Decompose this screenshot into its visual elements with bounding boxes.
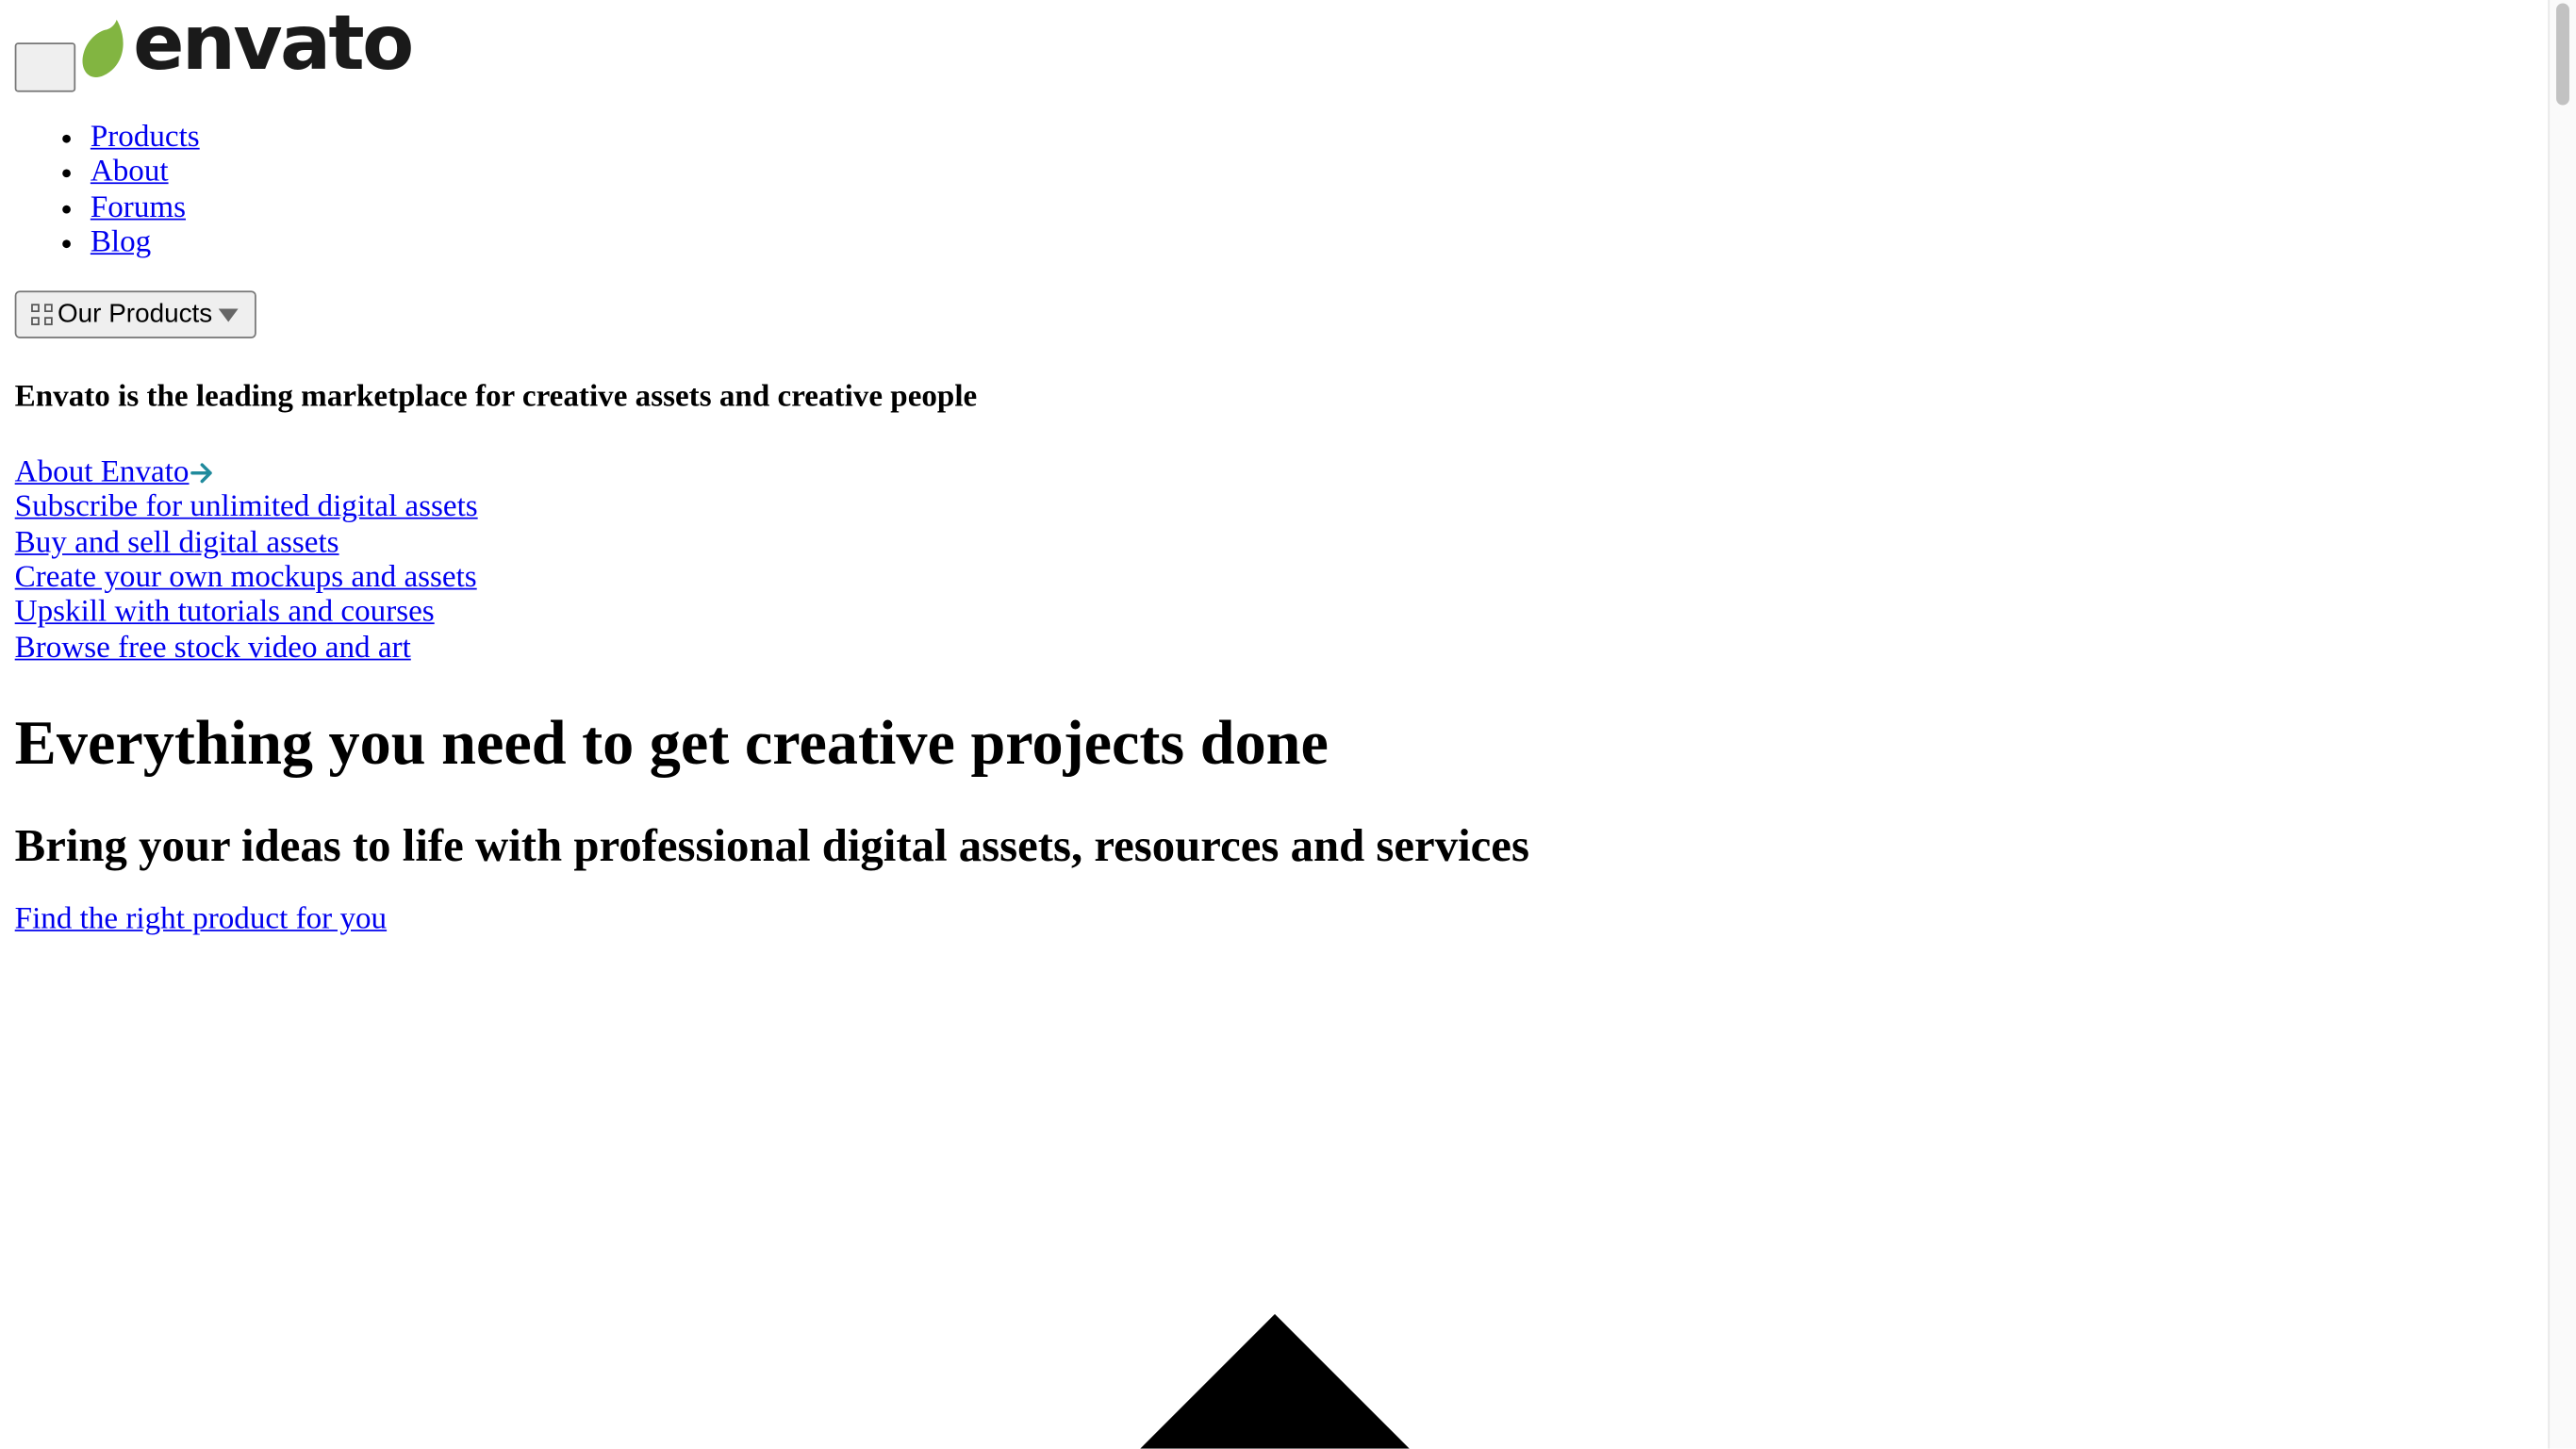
hero-title: Everything you need to get creative proj… xyxy=(14,709,1329,779)
arrow-right-icon xyxy=(190,463,212,483)
our-products-button[interactable]: Our Products xyxy=(14,290,257,339)
site-header: envato xyxy=(14,0,2529,99)
browser-viewport: envato Products About Forums Blog Our Pr… xyxy=(0,0,2576,1449)
tagline: Envato is the leading marketplace for cr… xyxy=(14,379,978,415)
main-nav: Products About Forums Blog xyxy=(15,120,2529,259)
subscribe-link[interactable]: Subscribe for unlimited digital assets xyxy=(15,490,478,525)
find-product-link[interactable]: Find the right product for you xyxy=(15,901,387,937)
scrollbar-thumb[interactable] xyxy=(2556,3,2569,106)
nav-link-forums[interactable]: Forums xyxy=(91,189,186,224)
our-products-label: Our Products xyxy=(57,300,213,328)
create-mockups-link[interactable]: Create your own mockups and assets xyxy=(15,560,477,595)
grid-icon xyxy=(31,304,53,326)
nav-item-products: Products xyxy=(91,120,2529,155)
about-envato-label: About Envato xyxy=(14,454,190,490)
upskill-link[interactable]: Upskill with tutorials and courses xyxy=(15,595,435,630)
envato-logo[interactable]: envato xyxy=(74,5,414,86)
nav-link-products[interactable]: Products xyxy=(91,120,200,155)
vertical-scrollbar[interactable] xyxy=(2548,0,2576,1449)
about-envato-link[interactable]: About Envato xyxy=(15,455,214,490)
hero-subtitle: Bring your ideas to life with profession… xyxy=(14,821,1529,873)
leaf-icon xyxy=(82,19,124,77)
product-links: About Envato Subscribe for unlimited dig… xyxy=(15,455,2529,666)
buy-sell-link[interactable]: Buy and sell digital assets xyxy=(15,525,339,560)
caret-down-icon xyxy=(219,308,239,321)
nav-link-about[interactable]: About xyxy=(91,155,169,189)
nav-link-blog[interactable]: Blog xyxy=(91,225,151,260)
browse-free-link[interactable]: Browse free stock video and art xyxy=(15,630,411,665)
nav-item-blog: Blog xyxy=(91,225,2529,260)
triangle-shape xyxy=(1140,1313,1410,1449)
nav-item-about: About xyxy=(91,155,2529,189)
page-content: envato Products About Forums Blog Our Pr… xyxy=(14,0,2529,938)
nav-item-forums: Forums xyxy=(91,189,2529,224)
logo-wordmark: envato xyxy=(133,0,414,88)
menu-toggle-button[interactable] xyxy=(14,42,76,92)
